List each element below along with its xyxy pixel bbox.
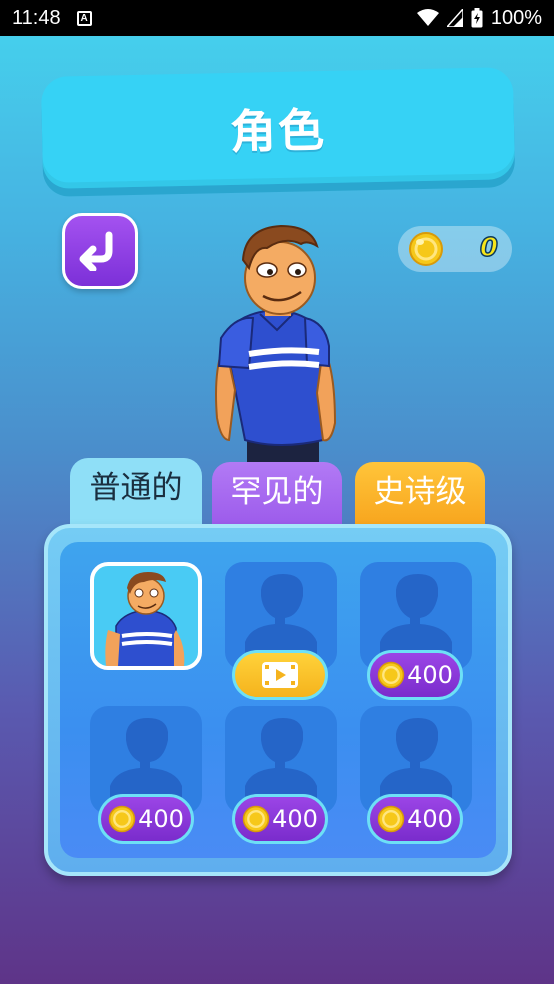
return-arrow-icon (79, 231, 113, 271)
tab-epic-label: 史诗级 (373, 474, 467, 510)
coin-icon (377, 805, 405, 833)
tab-rare[interactable]: 罕见的 (212, 462, 342, 532)
tab-common[interactable]: 普通的 (70, 458, 202, 534)
character-thumbnail (105, 572, 185, 666)
tab-rare-label: 罕见的 (230, 474, 324, 510)
price-label: 400 (138, 805, 184, 833)
price-label: 400 (407, 661, 453, 689)
coin-icon (377, 661, 405, 689)
wifi-icon (416, 9, 439, 26)
status-time: 11:48 (12, 6, 61, 29)
battery-percent: 100% (490, 6, 542, 29)
title-banner: 角色 (40, 67, 516, 189)
watch-video-unlock-button[interactable] (232, 650, 328, 700)
buy-character-3-button[interactable]: 400 (367, 650, 463, 700)
coin-balance: 0 (479, 232, 499, 264)
video-icon (262, 662, 298, 688)
character-panel: 400 400 400 400 (44, 524, 512, 876)
back-button[interactable] (62, 213, 138, 289)
battery-icon (471, 8, 483, 28)
coin-icon (409, 232, 443, 266)
character-preview (215, 224, 337, 480)
signal-icon (446, 9, 463, 27)
coin-icon (108, 805, 136, 833)
status-bar: 11:48 A 100% (0, 0, 554, 36)
coin-counter: 0 (398, 226, 512, 272)
notification-icon: A (76, 10, 92, 26)
coin-icon (242, 805, 270, 833)
buy-character-5-button[interactable]: 400 (232, 794, 328, 844)
price-label: 400 (272, 805, 318, 833)
character-grid: 400 400 400 400 (60, 542, 496, 858)
price-label: 400 (407, 805, 453, 833)
character-slot-1[interactable] (90, 562, 202, 670)
buy-character-4-button[interactable]: 400 (98, 794, 194, 844)
page-title: 角色 (229, 103, 327, 159)
tab-epic[interactable]: 史诗级 (355, 462, 485, 532)
buy-character-6-button[interactable]: 400 (367, 794, 463, 844)
